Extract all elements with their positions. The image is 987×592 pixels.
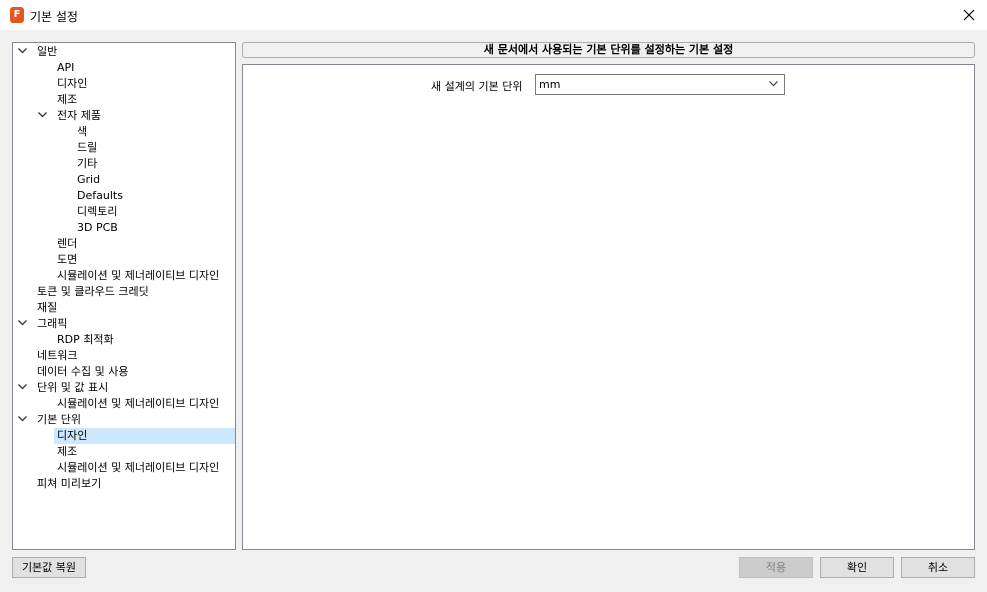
window-title: 기본 설정 [30,10,78,24]
tree-item[interactable]: 드릴 [13,140,235,156]
tree-item-label: Defaults [77,189,123,202]
default-unit-dropdown[interactable]: mm [535,74,785,95]
tree-item[interactable]: Defaults [13,188,235,204]
tree-item[interactable]: 디자인 [54,428,235,444]
tree-item-label: 도면 [57,253,78,266]
tree-item[interactable]: 네트워크 [13,348,235,364]
tree-item[interactable]: 그래픽 [13,316,235,332]
default-unit-label: 새 설계의 기본 단위 [431,80,523,93]
title-bar: F 기본 설정 [0,0,987,30]
tree-item[interactable]: 제조 [13,444,235,460]
tree-item[interactable]: 토큰 및 클라우드 크레딧 [13,284,235,300]
tree-item-label: 일반 [37,45,58,58]
close-button[interactable] [951,0,987,30]
restore-defaults-button[interactable]: 기본값 복원 [12,557,86,578]
tree-item[interactable]: 디자인 [13,76,235,92]
expand-chevron-icon[interactable] [18,320,27,326]
tree-item-label: 시뮬레이션 및 제너레이티브 디자인 [57,461,220,474]
tree-item-label: 네트워크 [37,349,78,362]
tree-item-label: 드릴 [77,141,98,154]
tree-item[interactable]: 전자 제품 [13,108,235,124]
tree-item[interactable]: 렌더 [13,236,235,252]
tree-item[interactable]: 3D PCB [13,220,235,236]
tree-item-label: RDP 최적화 [57,333,114,346]
tree-item-label: 피쳐 미리보기 [37,477,102,490]
tree-item-label: Grid [77,173,101,186]
tree-item-label: 그래픽 [37,317,68,330]
tree-item-label: 토큰 및 클라우드 크레딧 [37,285,149,298]
tree-item[interactable]: 일반 [13,44,235,60]
tree-item[interactable]: 시뮬레이션 및 제너레이티브 디자인 [13,396,235,412]
tree-item-label: 기타 [77,157,98,170]
tree-item-label: 렌더 [57,237,78,250]
tree-item-label: 디렉토리 [77,205,118,218]
chevron-down-icon [769,81,778,87]
tree-item[interactable]: Grid [13,172,235,188]
default-unit-value: mm [539,78,561,91]
tree-item-label: 3D PCB [77,221,118,234]
tree-item[interactable]: 기본 단위 [13,412,235,428]
tree-item-label: 단위 및 값 표시 [37,381,109,394]
apply-button[interactable]: 적용 [739,557,813,578]
close-icon [963,9,975,21]
tree-item[interactable]: 단위 및 값 표시 [13,380,235,396]
tree-item[interactable]: RDP 최적화 [13,332,235,348]
settings-panel: 새 설계의 기본 단위 mm [242,64,975,550]
expand-chevron-icon[interactable] [18,416,27,422]
tree-item[interactable]: 기타 [13,156,235,172]
tree-item[interactable]: 시뮬레이션 및 제너레이티브 디자인 [13,460,235,476]
tree-item-label: 시뮬레이션 및 제너레이티브 디자인 [57,269,220,282]
tree-item-label: API [57,61,75,74]
expand-chevron-icon[interactable] [38,112,47,118]
tree-item-label: 제조 [57,93,78,106]
tree-item[interactable]: 도면 [13,252,235,268]
tree-item[interactable]: 피쳐 미리보기 [13,476,235,492]
tree-item[interactable]: 데이터 수집 및 사용 [13,364,235,380]
tree-item[interactable]: 시뮬레이션 및 제너레이티브 디자인 [13,268,235,284]
tree-item[interactable]: 재질 [13,300,235,316]
tree-item-label: 디자인 [57,429,88,442]
tree-item-label: 색 [77,125,88,138]
tree-item[interactable]: 색 [13,124,235,140]
tree-item[interactable]: 디렉토리 [13,204,235,220]
tree-item-label: 디자인 [57,77,88,90]
cancel-button[interactable]: 취소 [901,557,975,578]
expand-chevron-icon[interactable] [18,48,27,54]
app-logo-icon: F [10,7,24,23]
tree-item-label: 제조 [57,445,78,458]
tree-item-label: 시뮬레이션 및 제너레이티브 디자인 [57,397,220,410]
expand-chevron-icon[interactable] [18,384,27,390]
preferences-tree[interactable]: 일반 API 디자인 제조 전자 제품 색 드릴 기타 Grid Defaults 디렉토리 3D P… [12,42,236,550]
tree-item[interactable]: 제조 [13,92,235,108]
tree-item-label: 재질 [37,301,58,314]
tree-item[interactable]: API [13,60,235,76]
tree-item-label: 전자 제품 [57,109,101,122]
panel-header: 새 문서에서 사용되는 기본 단위를 설정하는 기본 설정 [242,42,975,58]
tree-item-label: 기본 단위 [37,413,81,426]
ok-button[interactable]: 확인 [820,557,894,578]
tree-item-label: 데이터 수집 및 사용 [37,365,129,378]
